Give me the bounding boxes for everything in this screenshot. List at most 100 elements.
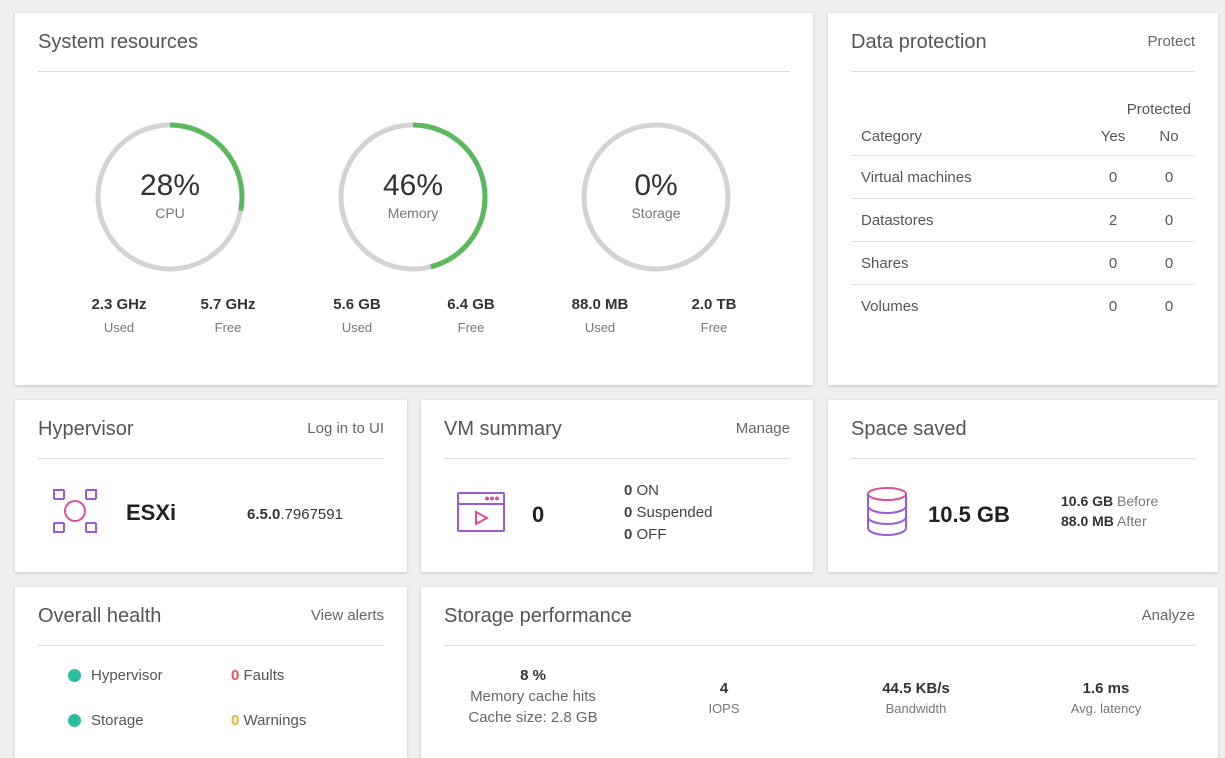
row-yes: 0: [1108, 168, 1118, 186]
data-protection-card: Data protection Protect Protected Catego…: [828, 13, 1218, 385]
row-yes: 0: [1108, 254, 1118, 272]
data-protection-header: Data protection Protect: [851, 27, 1195, 72]
row-yes: 0: [1108, 298, 1118, 315]
after-value: 88.0 MB: [1061, 513, 1114, 529]
gauge-label: CPU: [155, 205, 185, 221]
vm-suspended-row: 0 Suspended: [624, 502, 712, 524]
space-saved-value: 10.5 GB: [928, 502, 1010, 527]
vm-off-label: OFF: [636, 526, 667, 543]
warnings-count: 0: [231, 712, 240, 729]
log-in-to-ui-link[interactable]: Log in to UI: [307, 414, 384, 444]
gauge-percent: 46%: [382, 169, 444, 202]
manage-link[interactable]: Manage: [736, 414, 790, 444]
storage-free: 2.0 TB Free: [669, 296, 759, 335]
health-storage-row: Storage: [68, 712, 144, 729]
card-title: Overall health: [38, 605, 162, 627]
column-header-no: No: [1159, 128, 1179, 145]
stat-label: Free: [700, 320, 728, 335]
before-label: Before: [1117, 493, 1159, 509]
cache-size: Cache size: 2.8 GB: [468, 709, 598, 726]
table-row: Volumes 0 0: [851, 285, 1195, 328]
card-title: Hypervisor: [38, 418, 134, 440]
gauge-percent: 28%: [139, 169, 201, 202]
hypervisor-card: Hypervisor Log in to UI ESXi 6.5.0.79675…: [15, 400, 407, 572]
health-warnings: 0 Warnings: [231, 712, 306, 729]
vm-on-count: 0: [624, 482, 633, 499]
card-title: Space saved: [851, 418, 967, 440]
hypervisor-version: 6.5.0.7967591: [247, 506, 343, 523]
stat-label: Used: [584, 320, 616, 335]
latency-stat: 1.6 ms Avg. latency: [1051, 680, 1161, 716]
stat-label: Free: [214, 320, 242, 335]
database-icon: [866, 486, 908, 537]
status-dot: [68, 714, 81, 727]
analyze-link[interactable]: Analyze: [1142, 601, 1195, 631]
bandwidth-label: Bandwidth: [885, 701, 947, 716]
vm-suspended-label: Suspended: [636, 504, 713, 521]
memory-used: 5.6 GB Used: [312, 296, 402, 335]
row-no: 0: [1164, 211, 1174, 229]
protection-table: Protected Category Yes No Virtual machin…: [851, 89, 1195, 328]
card-title: Storage performance: [444, 605, 632, 627]
row-no: 0: [1164, 254, 1174, 272]
cpu-free: 5.7 GHz Free: [183, 296, 273, 335]
system-resources-header: System resources: [38, 27, 790, 72]
stat-label: Used: [103, 320, 135, 335]
hypervisor-header: Hypervisor Log in to UI: [38, 414, 384, 459]
vm-off-row: 0 OFF: [624, 524, 712, 546]
iops-label: IOPS: [708, 701, 740, 716]
storage-performance-card: Storage performance Analyze 8 % Memory c…: [421, 587, 1218, 758]
vm-summary-header: VM summary Manage: [444, 414, 790, 459]
storage-used: 88.0 MB Used: [555, 296, 645, 335]
vm-status-list: 0 ON 0 Suspended 0 OFF: [624, 480, 712, 546]
card-title: Data protection: [851, 31, 987, 53]
bandwidth-value: 44.5 KB/s: [882, 680, 950, 697]
iops-value: 4: [719, 680, 729, 697]
after-label: After: [1117, 513, 1147, 529]
warnings-label: Warnings: [243, 712, 307, 729]
view-alerts-link[interactable]: View alerts: [311, 601, 384, 631]
stat-value: 5.6 GB: [333, 296, 381, 313]
card-title: System resources: [38, 31, 199, 53]
row-category: Volumes: [861, 298, 919, 315]
vm-console-icon: [457, 492, 505, 532]
health-item-name: Storage: [91, 712, 144, 729]
cache-hits-label: Memory cache hits: [470, 688, 596, 705]
protect-link[interactable]: Protect: [1147, 27, 1195, 57]
faults-count: 0: [231, 667, 240, 684]
table-row: Shares 0 0: [851, 242, 1195, 285]
system-resources-card: System resources 28% CPU 46% Memory 0% S…: [15, 13, 813, 385]
stat-value: 5.7 GHz: [200, 296, 256, 313]
table-row: Datastores 2 0: [851, 199, 1195, 242]
health-item-name: Hypervisor: [91, 667, 163, 684]
hypervisor-icon: [51, 487, 99, 535]
row-category: Shares: [861, 254, 909, 272]
before-row: 10.6 GB Before: [1061, 491, 1158, 511]
row-yes: 2: [1108, 211, 1118, 229]
space-saved-card: Space saved 10.5 GB 10.6 GB Before 88.0 …: [828, 400, 1218, 572]
after-row: 88.0 MB After: [1061, 511, 1158, 531]
stat-value: 6.4 GB: [447, 296, 495, 313]
memory-free: 6.4 GB Free: [426, 296, 516, 335]
space-saved-breakdown: 10.6 GB Before 88.0 MB After: [1061, 491, 1158, 531]
faults-label: Faults: [243, 667, 285, 684]
stat-label: Free: [457, 320, 485, 335]
before-value: 10.6 GB: [1061, 493, 1114, 509]
column-header-category: Category: [861, 128, 922, 145]
bandwidth-stat: 44.5 KB/s Bandwidth: [861, 680, 971, 716]
health-hypervisor-row: Hypervisor: [68, 667, 163, 684]
vm-total: 0: [532, 502, 545, 527]
gauge-label: Memory: [387, 205, 439, 221]
column-header-yes: Yes: [1100, 128, 1126, 145]
gauge-label: Storage: [631, 205, 681, 221]
storage-performance-header: Storage performance Analyze: [444, 601, 1195, 646]
row-no: 0: [1164, 298, 1174, 315]
space-saved-header: Space saved: [851, 414, 1195, 459]
version-major: 6.5.0: [247, 506, 281, 523]
cache-hits-value: 8 %: [520, 667, 546, 684]
cpu-used: 2.3 GHz Used: [74, 296, 164, 335]
latency-label: Avg. latency: [1070, 701, 1142, 716]
vm-suspended-count: 0: [624, 504, 633, 521]
health-faults: 0 Faults: [231, 667, 284, 684]
table-row: Virtual machines 0 0: [851, 156, 1195, 199]
